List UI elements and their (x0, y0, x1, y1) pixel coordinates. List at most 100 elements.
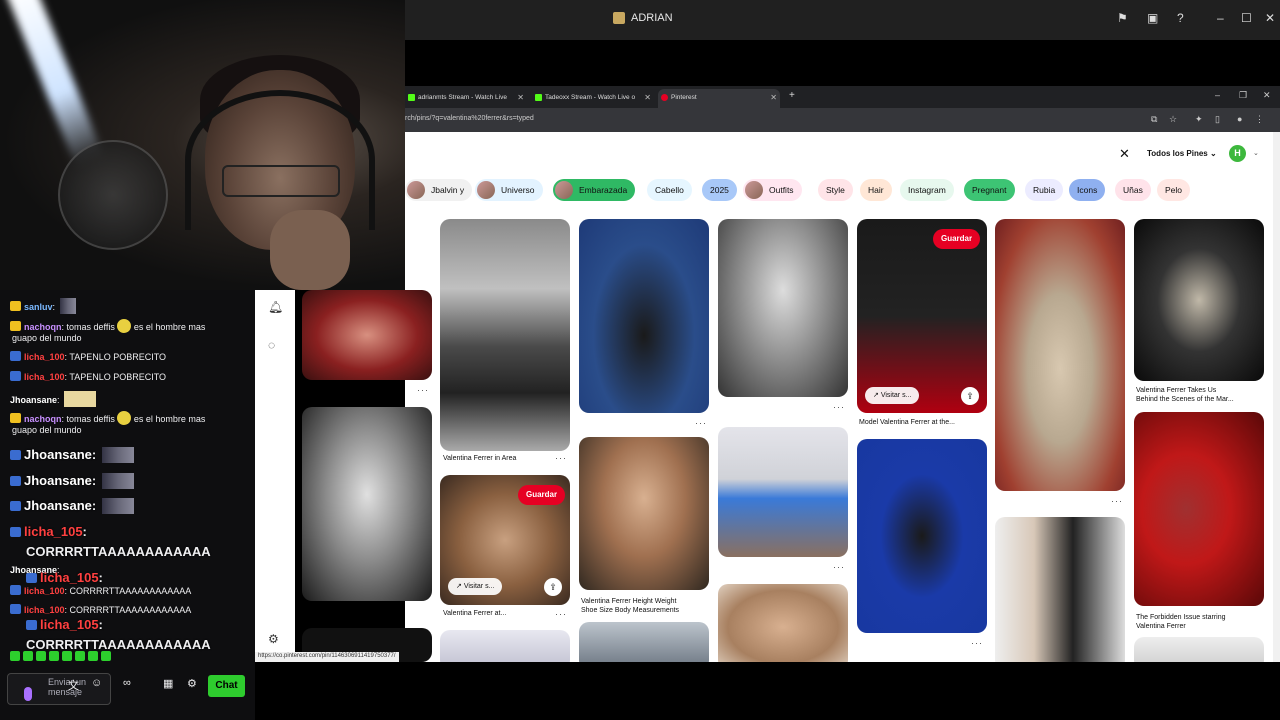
pin-image[interactable] (1134, 637, 1264, 662)
tab-close-icon[interactable]: ✕ (644, 93, 651, 102)
save-button[interactable]: Guardar (933, 229, 981, 249)
pin-image[interactable] (440, 219, 570, 451)
chip-outfits[interactable]: Outfits (743, 179, 802, 201)
bell-icon[interactable]: 🔔︎ (268, 300, 283, 314)
chip-2025[interactable]: 2025 (702, 179, 737, 201)
pin-more-icon[interactable]: ··· (417, 385, 429, 395)
pin-image[interactable] (718, 427, 848, 557)
profile-icon[interactable]: ● (1237, 114, 1242, 124)
emoji-icon[interactable]: ☺ (91, 677, 102, 689)
save-button[interactable]: Guardar (518, 485, 566, 505)
pin-image[interactable] (302, 407, 432, 601)
chip-hair[interactable]: Hair (860, 179, 892, 201)
install-icon[interactable]: ⧉ (1151, 114, 1157, 125)
pin-image[interactable] (1134, 219, 1264, 381)
chat-username[interactable]: sanluv (24, 302, 53, 312)
url-text[interactable]: rch/pins/?q=valentina%20ferrer&rs=typed (405, 115, 534, 122)
tab-close-icon[interactable]: ✕ (770, 93, 777, 102)
chat-username[interactable]: nachoqn (24, 322, 62, 332)
pin-more-icon[interactable]: ··· (555, 609, 567, 619)
pin-image[interactable] (579, 437, 709, 590)
chip-universo[interactable]: Universo (475, 179, 543, 201)
chat-username[interactable]: licha_100 (24, 605, 65, 615)
pin-caption[interactable]: Valentina Ferrer at... (443, 609, 506, 618)
chat-username[interactable]: Jhoansane (10, 395, 57, 405)
maximize-icon[interactable]: ☐ (1241, 11, 1252, 25)
flag-icon[interactable]: ⚑ (1117, 11, 1128, 25)
screen-icon[interactable]: ▣ (1147, 11, 1158, 25)
pin-more-icon[interactable]: ··· (971, 638, 983, 648)
tab-tadeoxx[interactable]: Tadeoxx Stream - Watch Live o ✕ (532, 89, 654, 108)
chat-username[interactable]: licha_105 (24, 524, 83, 539)
pin-more-icon[interactable]: ··· (1111, 496, 1123, 506)
pin-image[interactable] (579, 219, 709, 413)
menu-icon[interactable]: ⋮ (1255, 114, 1264, 125)
share-icon[interactable]: ⇪ (544, 578, 562, 596)
chip-rubia[interactable]: Rubia (1025, 179, 1064, 201)
chip-embarazada[interactable]: Embarazada (553, 179, 636, 201)
avatar[interactable]: H (1229, 145, 1246, 162)
tab-pinterest[interactable]: Pinterest ✕ (658, 89, 780, 108)
chip-icons[interactable]: Icons (1069, 179, 1106, 201)
pin-image[interactable] (857, 439, 987, 633)
page-scrollbar[interactable] (1273, 132, 1280, 662)
chip-pelo[interactable]: Pelo (1157, 179, 1191, 201)
restore-icon[interactable]: ❐ (1239, 90, 1247, 101)
visit-site-button[interactable]: ↗ Visitar s... (865, 387, 920, 404)
clear-search-icon[interactable]: ✕ (1119, 146, 1130, 162)
pin-image[interactable] (302, 290, 432, 380)
share-icon[interactable]: ⇪ (961, 387, 979, 405)
chat-send-button[interactable]: Chat (208, 675, 245, 697)
points-icon[interactable]: ∞ (123, 677, 131, 689)
help-icon[interactable]: ? (1177, 11, 1184, 25)
pin-image[interactable] (579, 622, 709, 662)
close-icon[interactable]: ✕ (1263, 90, 1271, 101)
chat-username[interactable]: Jhoansane (24, 447, 92, 462)
chip-jbalvin[interactable]: Jbalvin y (405, 179, 473, 201)
pin-caption[interactable]: Valentina Ferrer Takes Us Behind the Scen… (1136, 386, 1234, 404)
address-bar[interactable]: rch/pins/?q=valentina%20ferrer&rs=typed … (405, 108, 1280, 132)
chat-username[interactable]: Jhoansane (24, 498, 92, 513)
tab-adrianmts[interactable]: adrianmts Stream - Watch Live ✕ (405, 89, 527, 108)
pin-more-icon[interactable]: ··· (833, 562, 845, 572)
pin-image[interactable] (718, 219, 848, 397)
chip-style[interactable]: Style (818, 179, 853, 201)
pin-caption[interactable]: Valentina Ferrer in Area (443, 454, 516, 463)
chevron-down-icon[interactable]: ⌄ (1253, 149, 1259, 157)
pin-more-icon[interactable]: ··· (833, 402, 845, 412)
mic-icon[interactable] (24, 687, 32, 701)
visit-site-button[interactable]: ↗ Visitar s... (448, 578, 503, 595)
chat-username[interactable]: licha_105 (40, 617, 99, 632)
all-pins-dropdown[interactable]: Todos los Pines ⌄ (1147, 149, 1217, 158)
chat-username[interactable]: licha_100 (24, 372, 65, 382)
pin-more-icon[interactable]: ··· (555, 453, 567, 463)
translate-icon[interactable]: 文 (68, 677, 79, 693)
chat-username[interactable]: licha_100 (24, 586, 65, 596)
pin-more-icon[interactable]: ··· (695, 418, 707, 428)
pin-caption[interactable]: The Forbidden Issue starring Valentina Fe… (1136, 613, 1226, 631)
pin-caption[interactable]: Valentina Ferrer Height Weight Shoe Size … (581, 597, 679, 615)
bookmark-star-icon[interactable]: ☆ (1169, 114, 1177, 125)
chip-cabello[interactable]: Cabello (647, 179, 692, 201)
pin-image[interactable]: Guardar ↗ Visitar s... ⇪ (857, 219, 987, 413)
pin-image[interactable] (995, 517, 1125, 662)
pin-caption[interactable]: Model Valentina Ferrer at the... (859, 418, 955, 427)
pin-image[interactable] (995, 219, 1125, 491)
gift-icon[interactable]: ▦ (163, 677, 173, 690)
minimize-icon[interactable]: – (1215, 90, 1220, 100)
tab-close-icon[interactable]: ✕ (517, 93, 524, 102)
chat-username[interactable]: nachoqn (24, 414, 62, 424)
gear-icon[interactable]: ⚙ (268, 632, 279, 646)
new-tab-icon[interactable]: + (789, 90, 795, 101)
chat-username[interactable]: licha_105 (40, 570, 99, 585)
messages-icon[interactable]: ◌ (268, 338, 275, 352)
sidebar-icon[interactable]: ▯ (1215, 114, 1220, 125)
minimize-icon[interactable]: – (1217, 11, 1224, 25)
close-icon[interactable]: ✕ (1265, 11, 1275, 25)
pin-image[interactable]: Guardar ↗ Visitar s... ⇪ (440, 475, 570, 605)
pin-image[interactable] (440, 630, 570, 662)
chat-username[interactable]: Jhoansane (24, 473, 92, 488)
chip-pregnant[interactable]: Pregnant (964, 179, 1015, 201)
chip-instagram[interactable]: Instagram (900, 179, 954, 201)
chip-unas[interactable]: Uñas (1115, 179, 1151, 201)
